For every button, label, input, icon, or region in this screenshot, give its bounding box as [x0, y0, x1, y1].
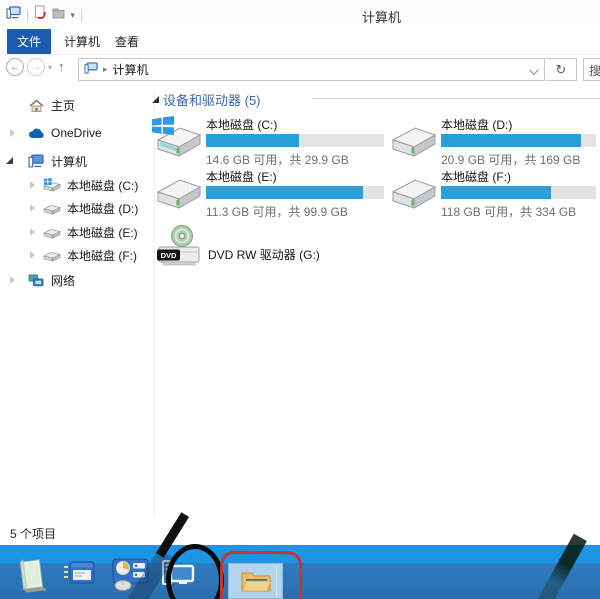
expand-arrow-icon[interactable]: [30, 181, 35, 189]
capacity-bar: [206, 186, 384, 199]
computer-monitor-icon[interactable]: [160, 557, 196, 589]
tab-file[interactable]: 文件: [7, 29, 51, 54]
breadcrumb-computer-icon: [84, 61, 98, 79]
windows-logo-icon: [152, 116, 174, 140]
drive-c-icon: [42, 178, 62, 192]
qat-dropdown-icon[interactable]: ▾: [70, 10, 75, 21]
capacity-caption: 14.6 GB 可用，共 29.9 GB: [206, 151, 384, 168]
sidebar-item-label: OneDrive: [51, 126, 102, 140]
home-icon: [26, 99, 46, 112]
items-view: 设备和驱动器 (5) 本地磁盘 (C:) 14.6 GB 可用，共 29.9 G…: [150, 88, 600, 518]
sidebar-item-drive-c[interactable]: 本地磁盘 (C:): [0, 176, 150, 194]
address-dropdown-icon[interactable]: [529, 65, 539, 75]
network-icon: [26, 274, 46, 287]
taskbar: [0, 545, 600, 599]
sidebar-item-drive-f[interactable]: 本地磁盘 (F:): [0, 246, 150, 264]
dvd-drive-icon: DVD: [156, 224, 204, 275]
sidebar-item-label: 主页: [51, 97, 75, 114]
breadcrumb[interactable]: 计算机: [113, 61, 149, 78]
forward-button: →: [27, 58, 45, 76]
back-button[interactable]: ←: [6, 58, 24, 76]
drive-name: 本地磁盘 (C:): [206, 116, 384, 132]
local-disk-icon: [391, 120, 437, 163]
expand-arrow-icon[interactable]: [10, 276, 15, 284]
navigation-pane: 主页 OneDrive 计算机: [0, 88, 150, 518]
sidebar-item-label: 本地磁盘 (E:): [67, 224, 138, 241]
search-input[interactable]: 搜: [583, 58, 600, 81]
tab-computer[interactable]: 计算机: [58, 29, 106, 54]
sidebar-item-computer[interactable]: 计算机: [0, 152, 150, 170]
capacity-caption: 20.9 GB 可用，共 169 GB: [441, 151, 596, 168]
capacity-bar: [441, 186, 596, 199]
onedrive-cloud-icon: [26, 128, 46, 139]
capacity-bar-fill: [206, 186, 363, 199]
titlebar: | ▾ | 计算机: [0, 0, 600, 28]
sidebar-item-label: 网络: [51, 272, 75, 289]
drive-icon: [42, 248, 62, 262]
properties-icon[interactable]: [34, 5, 47, 25]
qat-separator: |: [26, 7, 29, 23]
computer-icon: [26, 154, 46, 168]
tab-view[interactable]: 查看: [108, 29, 146, 54]
group-header[interactable]: 设备和驱动器 (5): [163, 90, 261, 109]
expand-arrow-icon[interactable]: [30, 204, 35, 212]
app-window-icon: [6, 6, 21, 24]
qat-separator: |: [80, 7, 83, 23]
capacity-bar-fill: [441, 134, 581, 147]
screen: | ▾ | 计算机 文件 计算机 查看 ← → ▾ ↑: [0, 0, 600, 599]
drive-icon: [42, 225, 62, 239]
address-bar: ← → ▾ ↑ ▸ 计算机 ↻ 搜: [0, 55, 600, 88]
capacity-bar-fill: [441, 186, 551, 199]
stacked-windows-indicator: [276, 566, 280, 596]
dvd-label: DVD: [161, 251, 177, 260]
sidebar-item-label: 计算机: [51, 153, 87, 170]
item-count: 5 个项目: [10, 525, 56, 542]
sidebar-item-label: 本地磁盘 (C:): [67, 177, 138, 194]
sidebar-item-network[interactable]: 网络: [0, 271, 150, 289]
file-explorer-icon[interactable]: [228, 563, 283, 599]
new-folder-icon[interactable]: [52, 6, 65, 24]
sidebar-item-label: 本地磁盘 (D:): [67, 200, 138, 217]
capacity-caption: 118 GB 可用，共 334 GB: [441, 203, 596, 220]
sidebar-item-onedrive[interactable]: OneDrive: [0, 124, 150, 142]
capacity-caption: 11.3 GB 可用，共 99.9 GB: [206, 203, 384, 220]
address-input[interactable]: ▸ 计算机: [78, 58, 545, 81]
up-button[interactable]: ↑: [58, 59, 65, 74]
expand-arrow-icon[interactable]: [30, 228, 35, 236]
sidebar-item-label: 本地磁盘 (F:): [67, 247, 137, 264]
drive-name: DVD RW 驱动器 (G:): [208, 246, 320, 263]
sidebar-item-drive-e[interactable]: 本地磁盘 (E:): [0, 223, 150, 241]
drive-icon: [42, 201, 62, 215]
sidebar-item-drive-d[interactable]: 本地磁盘 (D:): [0, 199, 150, 217]
collapse-arrow-icon[interactable]: [6, 157, 13, 164]
refresh-button[interactable]: ↻: [546, 58, 577, 81]
breadcrumb-arrow-icon[interactable]: ▸: [103, 64, 108, 75]
ribbon-tab-bar: 文件 计算机 查看: [0, 28, 600, 55]
control-panel-icon[interactable]: [110, 557, 150, 591]
local-disk-icon: [156, 120, 202, 163]
drive-name: 本地磁盘 (E:): [206, 168, 384, 184]
explorer-window: | ▾ | 计算机 文件 计算机 查看 ← → ▾ ↑: [0, 0, 600, 545]
group-collapse-icon[interactable]: [152, 96, 159, 103]
capacity-bar: [206, 134, 384, 147]
group-header-line: [312, 98, 600, 99]
status-bar: 5 个项目: [0, 518, 600, 545]
capacity-bar: [441, 134, 596, 147]
local-disk-icon: [391, 172, 437, 215]
capacity-bar-fill: [206, 134, 299, 147]
history-dropdown-icon[interactable]: ▾: [48, 63, 52, 72]
sidebar-item-home[interactable]: 主页: [0, 96, 150, 114]
notepad-icon[interactable]: [14, 557, 48, 593]
drive-name: 本地磁盘 (D:): [441, 116, 596, 132]
local-disk-icon: [156, 172, 202, 215]
expand-arrow-icon[interactable]: [10, 129, 15, 137]
quick-access-toolbar: | ▾ |: [6, 5, 83, 25]
window-title: 计算机: [362, 7, 401, 26]
drive-name: 本地磁盘 (F:): [441, 168, 596, 184]
program-window-icon[interactable]: [62, 559, 96, 589]
expand-arrow-icon[interactable]: [30, 251, 35, 259]
